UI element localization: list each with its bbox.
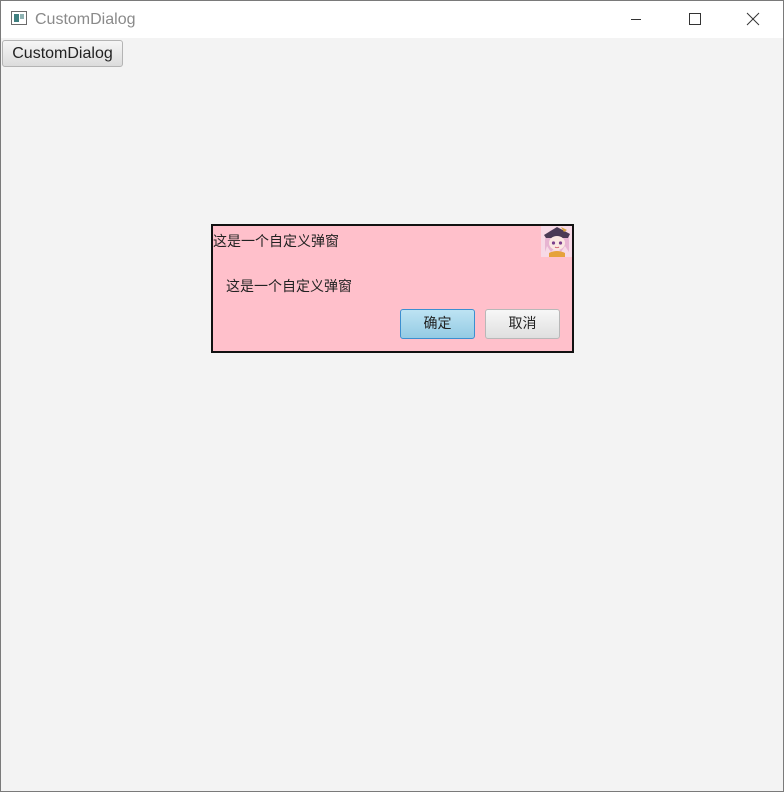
window-content: CustomDialog 这是一个自定义弹窗 这是一个自定义弹窗 确定 取消	[1, 38, 783, 791]
window-title: CustomDialog	[35, 11, 136, 28]
minimize-button[interactable]	[607, 1, 665, 38]
open-custom-dialog-button[interactable]: CustomDialog	[2, 40, 123, 67]
close-button[interactable]	[723, 1, 781, 38]
maximize-icon	[689, 13, 701, 25]
confirm-button[interactable]: 确定	[400, 309, 475, 339]
cancel-button[interactable]: 取消	[485, 309, 560, 339]
minimize-icon	[631, 19, 641, 20]
close-icon	[746, 12, 760, 26]
dialog-title: 这是一个自定义弹窗	[213, 234, 339, 250]
maximize-button[interactable]	[665, 1, 723, 38]
custom-dialog: 这是一个自定义弹窗 这是一个自定义弹窗 确定 取消	[211, 224, 574, 353]
dialog-message: 这是一个自定义弹窗	[226, 279, 352, 295]
anime-avatar-icon	[541, 226, 572, 257]
title-bar[interactable]: CustomDialog	[1, 1, 783, 38]
app-icon	[11, 11, 27, 25]
app-window: CustomDialog CustomDialog 这是一个自定义弹窗 这是一个…	[0, 0, 784, 792]
